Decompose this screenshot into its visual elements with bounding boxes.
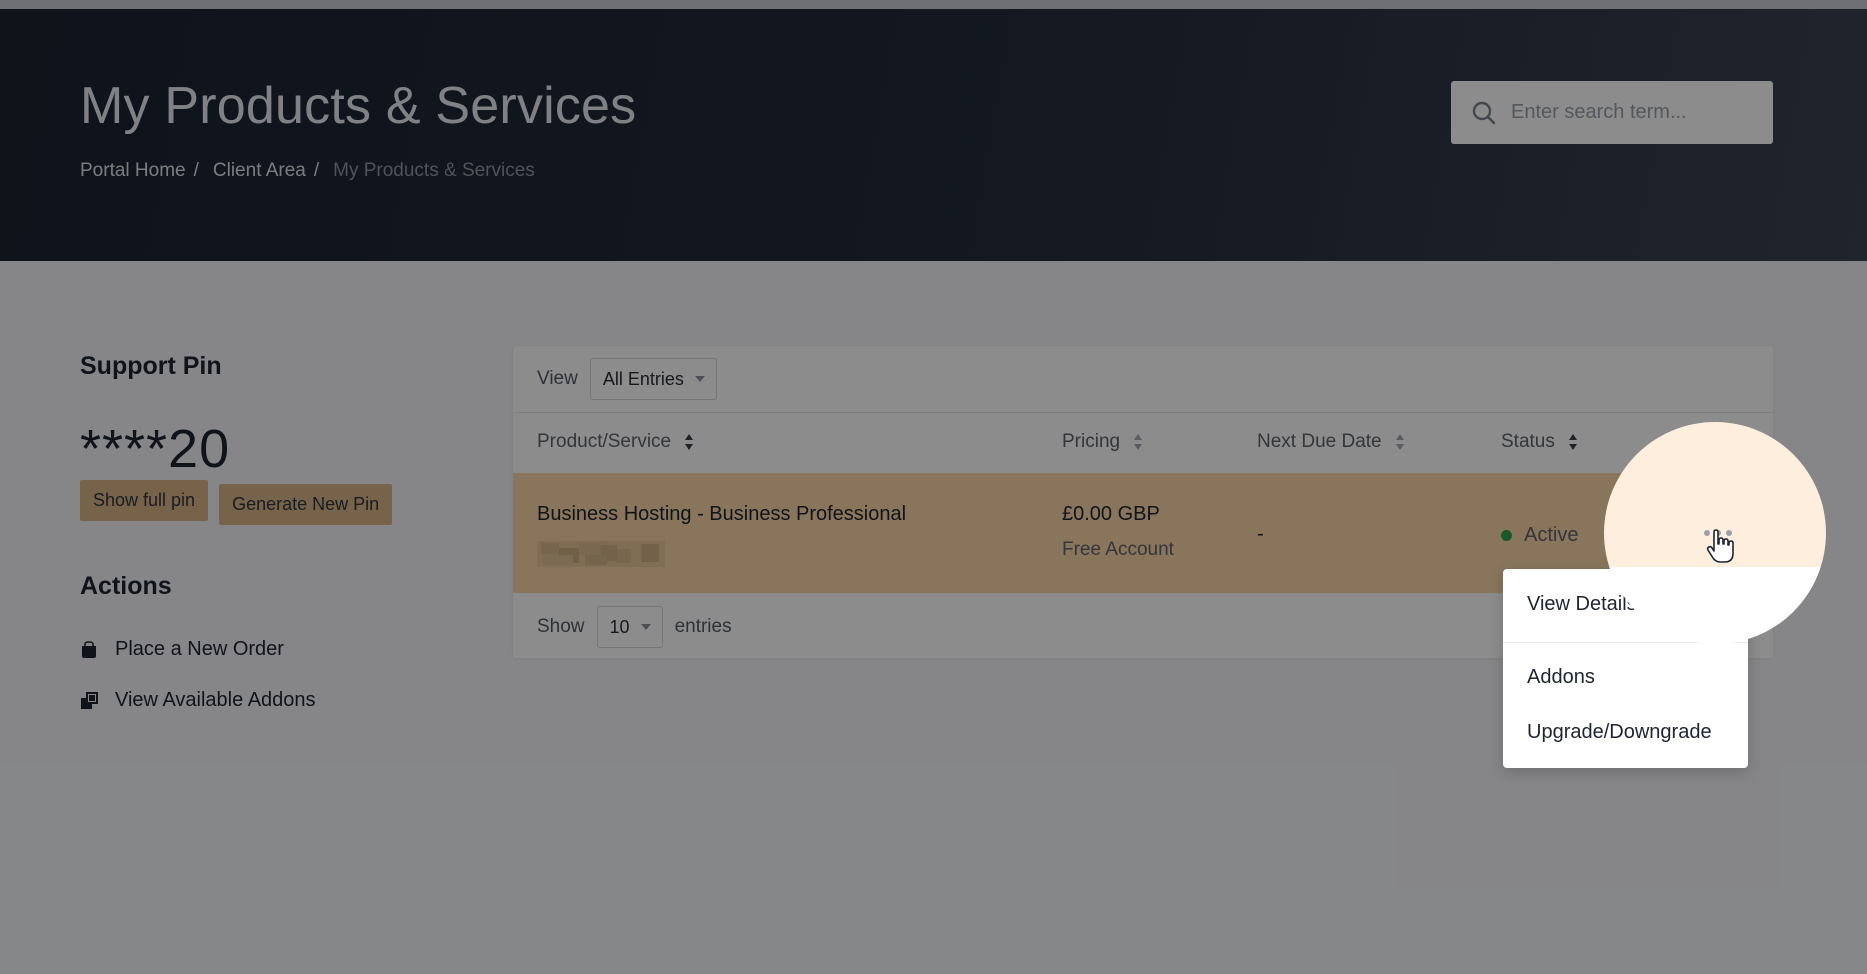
actions-title: Actions — [80, 572, 172, 600]
column-label: Pricing — [1062, 431, 1121, 452]
show-label: Show — [537, 616, 585, 637]
page-length-control: Show 10 entries — [537, 606, 732, 648]
sort-icon — [685, 434, 694, 450]
divider — [513, 412, 1773, 413]
hand-cursor-icon — [1706, 529, 1734, 563]
support-pin-value: ****20 — [80, 419, 231, 479]
status-badge: Active — [1501, 524, 1578, 547]
action-label: View Available Addons — [115, 689, 316, 711]
view-filter-value: All Entries — [602, 368, 684, 389]
entries-label: entries — [674, 616, 732, 637]
menu-item-addons[interactable]: Addons — [1527, 666, 1595, 689]
column-label: Product/Service — [537, 431, 672, 452]
sidebar: Support Pin ****20 Show full pin Generat… — [80, 352, 420, 711]
breadcrumb-current: My Products & Services — [333, 160, 535, 181]
status-dot-icon — [1501, 530, 1512, 541]
show-full-pin-button[interactable]: Show full pin — [80, 480, 209, 521]
breadcrumb-portal-home[interactable]: Portal Home — [80, 160, 186, 182]
spotlight-menu-area — [1604, 567, 1826, 644]
column-header-pricing[interactable]: Pricing — [1062, 431, 1143, 453]
cursor-spotlight — [1604, 422, 1826, 644]
action-label: Place a New Order — [115, 638, 284, 660]
view-filter-select[interactable]: All Entries — [589, 358, 717, 400]
sort-icon — [1134, 434, 1143, 450]
status-label: Active — [1524, 524, 1579, 546]
search-box[interactable] — [1451, 81, 1773, 144]
support-pin-title: Support Pin — [80, 352, 222, 380]
breadcrumb: Portal Home / Client Area / My Products … — [80, 160, 535, 182]
menu-item-upgrade-downgrade[interactable]: Upgrade/Downgrade — [1527, 721, 1712, 744]
column-header-product[interactable]: Product/Service — [537, 431, 694, 453]
pin-buttons: Show full pin Generate New Pin — [80, 480, 393, 525]
search-input[interactable] — [1509, 100, 1753, 125]
redacted-domain — [537, 541, 665, 567]
column-header-next-due-date[interactable]: Next Due Date — [1257, 431, 1405, 453]
breadcrumb-separator: / — [313, 160, 320, 181]
product-name: Business Hosting - Business Professional — [537, 503, 907, 525]
billing-cycle: Free Account — [1062, 539, 1174, 560]
breadcrumb-separator: / — [193, 160, 199, 181]
next-due-date: - — [1257, 523, 1264, 545]
sort-icon — [1568, 434, 1577, 450]
view-addons-link[interactable]: View Available Addons — [80, 689, 316, 712]
place-new-order-link[interactable]: Place a New Order — [80, 638, 284, 661]
breadcrumb-client-area[interactable]: Client Area — [213, 160, 306, 182]
sort-icon — [1395, 434, 1404, 450]
page-title: My Products & Services — [80, 77, 637, 135]
page-length-value: 10 — [609, 616, 630, 637]
chevron-down-icon — [640, 624, 651, 630]
column-header-status[interactable]: Status — [1501, 431, 1578, 453]
product-price: £0.00 GBP — [1062, 503, 1160, 525]
view-filter: View All Entries — [537, 358, 717, 400]
generate-new-pin-button[interactable]: Generate New Pin — [219, 484, 393, 525]
addons-icon — [81, 691, 98, 709]
column-label: Next Due Date — [1257, 431, 1382, 452]
top-strip — [0, 0, 1867, 9]
column-label: Status — [1501, 431, 1555, 452]
shopping-bag-icon — [82, 640, 96, 658]
view-label: View — [537, 368, 578, 389]
page-length-select[interactable]: 10 — [596, 606, 663, 648]
search-icon — [1472, 101, 1496, 124]
chevron-down-icon — [694, 376, 705, 382]
